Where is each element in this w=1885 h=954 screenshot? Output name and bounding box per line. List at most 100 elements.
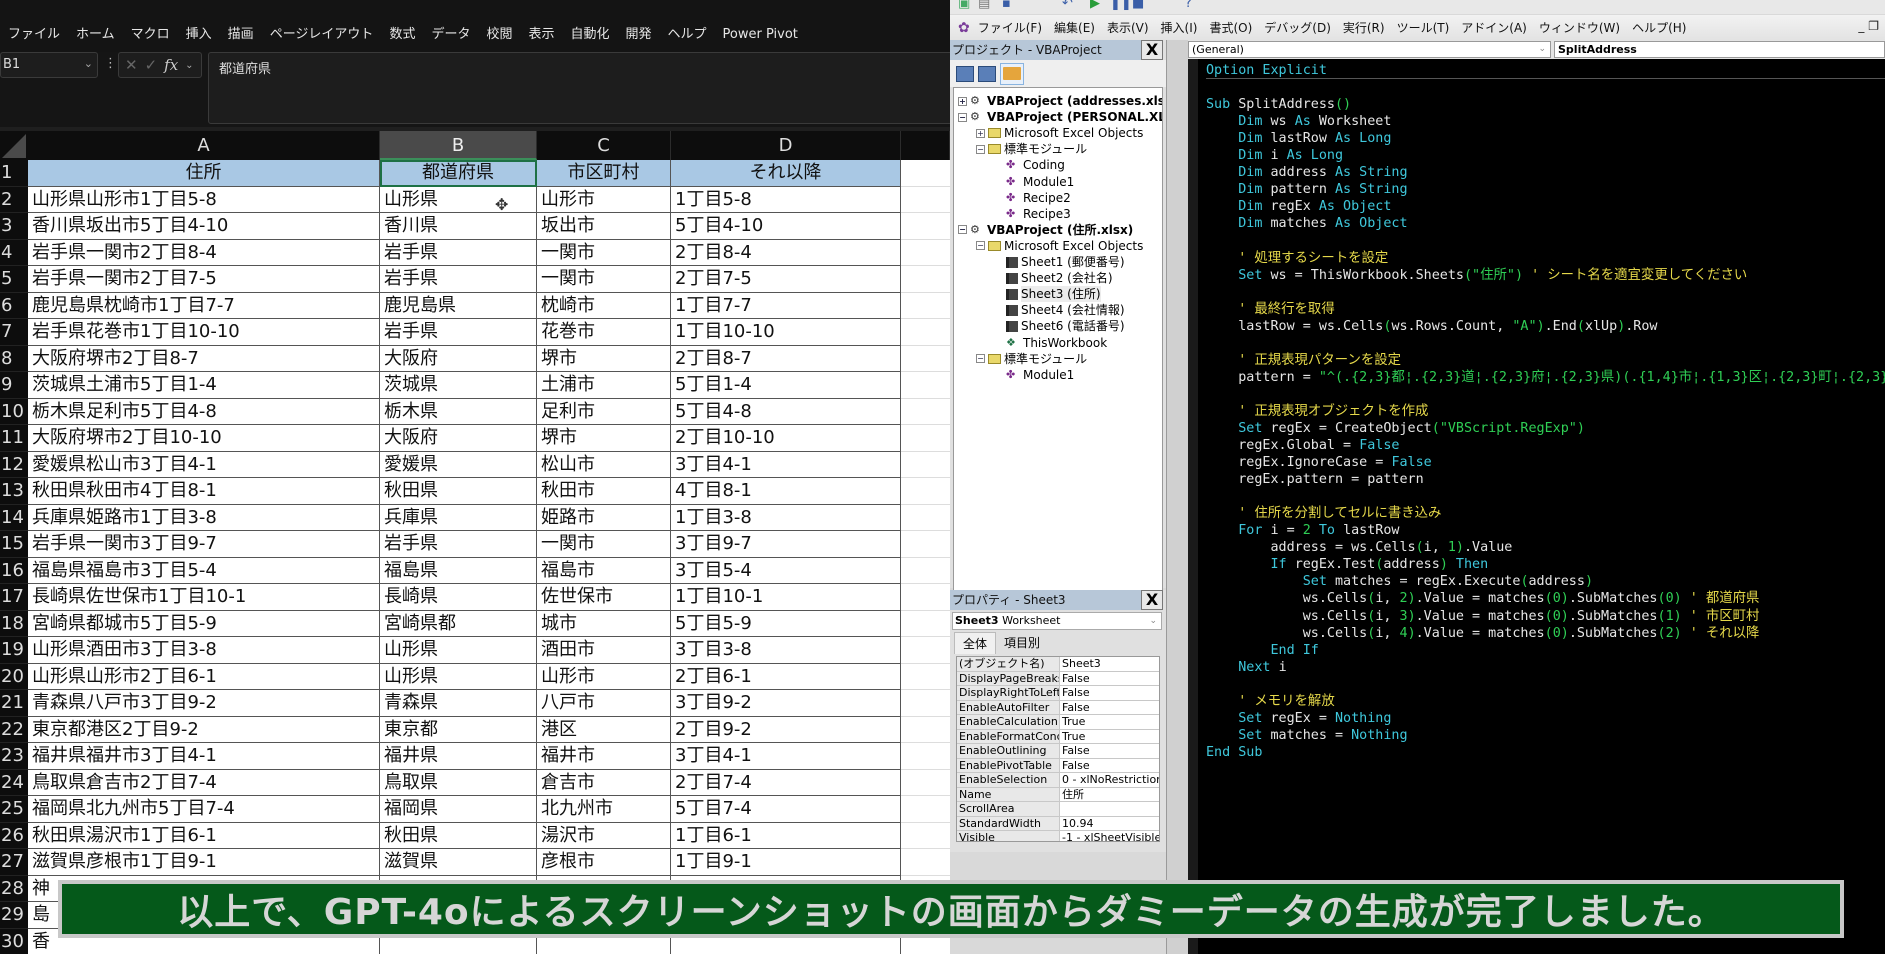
vbe-menu-item[interactable]: 書式(O) xyxy=(1203,19,1258,36)
cell-c15[interactable]: 一関市 xyxy=(537,531,671,558)
property-row[interactable]: EnableAutoFilter False xyxy=(957,700,1159,715)
vbe-menu-item[interactable]: ウィンドウ(W) xyxy=(1533,19,1626,36)
cell-e16[interactable] xyxy=(901,557,950,584)
tree-item[interactable]: ✤ Module1 xyxy=(994,174,1074,190)
cell-e25[interactable] xyxy=(901,796,950,823)
row-header[interactable]: 19 xyxy=(0,637,28,664)
cell-a13[interactable]: 秋田県秋田市4丁目8-1 xyxy=(28,478,380,505)
column-header-e[interactable] xyxy=(901,131,950,160)
cell-d10[interactable]: 5丁目4-8 xyxy=(671,398,901,425)
cell-b26[interactable]: 秋田県 xyxy=(380,822,537,849)
cell-b15[interactable]: 岩手県 xyxy=(380,531,537,558)
code-line[interactable] xyxy=(1206,79,1885,96)
expand-icon[interactable]: + xyxy=(958,96,967,106)
cell-a26[interactable]: 秋田県湯沢市1丁目6-1 xyxy=(28,822,380,849)
cell-c25[interactable]: 北九州市 xyxy=(537,796,671,823)
toggle-folders-icon[interactable] xyxy=(1000,62,1024,85)
ribbon-tab[interactable]: 開発 xyxy=(620,23,662,42)
row-header[interactable]: 8 xyxy=(0,345,28,372)
property-row[interactable]: DisplayPageBreaks False xyxy=(957,671,1159,686)
cell-b12[interactable]: 愛媛県 xyxy=(380,451,537,478)
chevron-down-icon[interactable]: ⌄ xyxy=(1149,613,1157,629)
cell-a11[interactable]: 大阪府堺市2丁目10-10 xyxy=(28,425,380,452)
cell-d24[interactable]: 2丁目7-4 xyxy=(671,769,901,796)
cell-d1[interactable]: それ以降 xyxy=(671,160,901,187)
code-line[interactable]: Dim pattern As String xyxy=(1206,181,1885,198)
object-selector[interactable]: Sheet3 Worksheet ⌄ xyxy=(952,612,1162,630)
tree-item[interactable]: ❖ ThisWorkbook xyxy=(994,335,1107,351)
collapse-icon[interactable]: − xyxy=(976,241,985,251)
chevron-down-icon[interactable]: ⌄ xyxy=(1538,42,1546,57)
row-header[interactable]: 14 xyxy=(0,504,28,531)
cell-b1[interactable]: 都道府県 xyxy=(380,160,537,187)
row-header[interactable]: 1 xyxy=(0,160,28,187)
row-header[interactable]: 29 xyxy=(0,902,28,929)
cell-b3[interactable]: 香川県 xyxy=(380,213,537,240)
code-line[interactable]: Dim ws As Worksheet xyxy=(1206,113,1885,130)
tab-alphabetic[interactable]: 全体 xyxy=(954,632,997,654)
tab-categorized[interactable]: 項目別 xyxy=(996,632,1048,654)
procedure-combo[interactable]: SplitAddress xyxy=(1554,41,1885,58)
cell-e2[interactable] xyxy=(901,186,950,213)
tree-item[interactable]: + ⚙ VBAProject (addresses.xlsx) xyxy=(958,93,1162,109)
code-line[interactable]: ' メモリを解放 xyxy=(1206,693,1885,710)
code-line[interactable]: Dim regEx As Object xyxy=(1206,198,1885,215)
cell-c11[interactable]: 堺市 xyxy=(537,425,671,452)
code-line[interactable]: Option Explicit xyxy=(1206,62,1885,80)
cell-c19[interactable]: 酒田市 xyxy=(537,637,671,664)
cell-a22[interactable]: 東京都港区2丁目9-2 xyxy=(28,716,380,743)
code-line[interactable] xyxy=(1206,335,1885,352)
code-line[interactable]: Dim i As Long xyxy=(1206,147,1885,164)
code-text[interactable]: Option Explicit Sub SplitAddress() Dim w… xyxy=(1206,62,1885,761)
cell-e13[interactable] xyxy=(901,478,950,505)
cell-a7[interactable]: 岩手県花巻市1丁目10-10 xyxy=(28,319,380,346)
code-line[interactable]: ' 処理するシートを設定 xyxy=(1206,250,1885,267)
code-line[interactable] xyxy=(1206,284,1885,301)
code-line[interactable]: ' 正規表現パターンを設定 xyxy=(1206,352,1885,369)
cell-e11[interactable] xyxy=(901,425,950,452)
insert-icon[interactable]: ▤ xyxy=(978,0,990,11)
row-header[interactable]: 23 xyxy=(0,743,28,770)
chevron-down-icon[interactable]: ⌄ xyxy=(84,57,93,70)
tree-item[interactable]: − 標準モジュール xyxy=(976,351,1087,367)
cell-a20[interactable]: 山形県山形市2丁目6-1 xyxy=(28,663,380,690)
cell-b14[interactable]: 兵庫県 xyxy=(380,504,537,531)
vbe-menu-item[interactable]: 挿入(I) xyxy=(1155,19,1204,36)
code-line[interactable]: For i = 2 To lastRow xyxy=(1206,522,1885,539)
cell-c2[interactable]: 山形市 xyxy=(537,186,671,213)
tree-item[interactable]: ✤ Recipe2 xyxy=(994,190,1071,206)
cell-a12[interactable]: 愛媛県松山市3丁目4-1 xyxy=(28,451,380,478)
cell-b10[interactable]: 栃木県 xyxy=(380,398,537,425)
cell-a6[interactable]: 鹿児島県枕崎市1丁目7-7 xyxy=(28,292,380,319)
cell-c9[interactable]: 土浦市 xyxy=(537,372,671,399)
cell-b21[interactable]: 青森県 xyxy=(380,690,537,717)
cell-e26[interactable] xyxy=(901,822,950,849)
cell-a23[interactable]: 福井県福井市3丁目4-1 xyxy=(28,743,380,770)
tree-item[interactable]: − ⚙ VBAProject (住所.xlsx) xyxy=(958,222,1133,238)
cell-e18[interactable] xyxy=(901,610,950,637)
chevron-down-icon[interactable]: ⌄ xyxy=(185,60,193,71)
cell-b6[interactable]: 鹿児島県 xyxy=(380,292,537,319)
code-line[interactable]: lastRow = ws.Cells (ws.Rows.Count, "A").E… xyxy=(1206,318,1885,335)
cell-a15[interactable]: 岩手県一関市3丁目9-7 xyxy=(28,531,380,558)
cell-b27[interactable]: 滋賀県 xyxy=(380,849,537,876)
column-header-b[interactable]: B xyxy=(380,131,537,160)
cell-a19[interactable]: 山形県酒田市3丁目3-8 xyxy=(28,637,380,664)
code-line[interactable]: Set matches = Nothing xyxy=(1206,727,1885,744)
cell-a5[interactable]: 岩手県一関市2丁目7-5 xyxy=(28,266,380,293)
cell-d25[interactable]: 5丁目7-4 xyxy=(671,796,901,823)
code-line[interactable]: ' 正規表現オブジェクトを作成 xyxy=(1206,403,1885,420)
close-icon[interactable]: X xyxy=(1141,590,1163,610)
code-line[interactable]: Set regEx = CreateObject("VBScript.RegEx… xyxy=(1206,420,1885,437)
code-line[interactable]: address = ws.Cells(i, 1).Value xyxy=(1206,539,1885,556)
row-header[interactable]: 5 xyxy=(0,266,28,293)
object-combo[interactable]: (General) ⌄ xyxy=(1188,41,1551,58)
select-all-button[interactable] xyxy=(0,131,28,160)
row-header[interactable]: 9 xyxy=(0,372,28,399)
code-line[interactable]: Set ws = ThisWorkbook.Sheets("住所") ' シート… xyxy=(1206,267,1885,284)
row-header[interactable]: 12 xyxy=(0,451,28,478)
cell-b22[interactable]: 東京都 xyxy=(380,716,537,743)
property-row[interactable]: EnableCalculation True xyxy=(957,715,1159,730)
cell-d6[interactable]: 1丁目7-7 xyxy=(671,292,901,319)
cell-e3[interactable] xyxy=(901,213,950,240)
